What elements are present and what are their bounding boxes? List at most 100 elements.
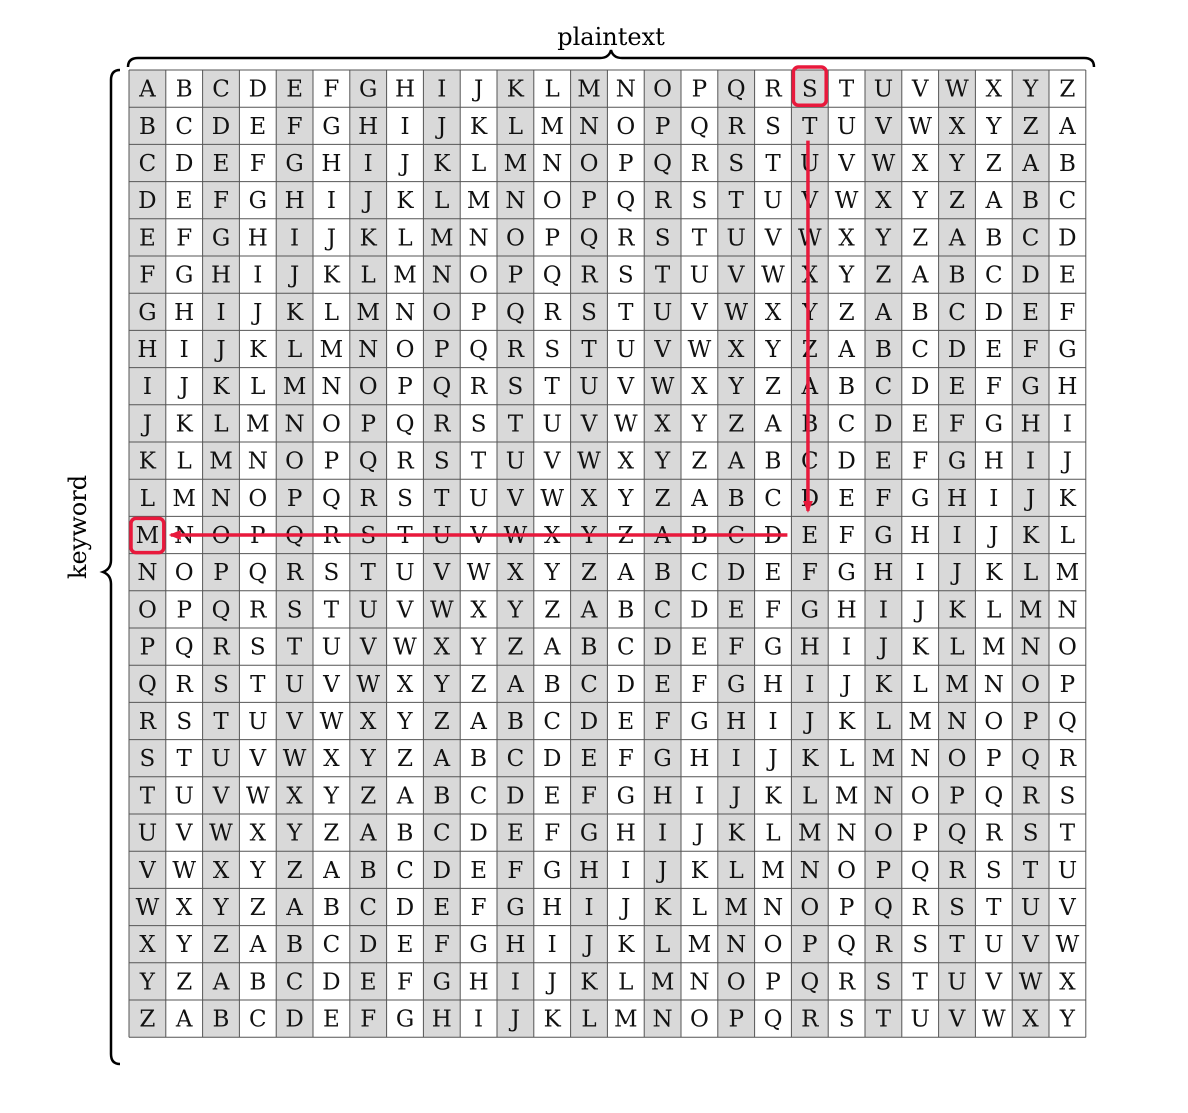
- tableau-cell-letter: U: [175, 783, 194, 809]
- tableau-cell-letter: G: [727, 672, 745, 698]
- tableau-cell-letter: O: [580, 151, 599, 177]
- tableau-cell-letter: L: [802, 783, 817, 809]
- tableau-cell-letter: O: [359, 374, 378, 400]
- tableau-cell-letter: R: [176, 672, 194, 698]
- tableau-cell-letter: P: [692, 77, 707, 103]
- tableau-cell-letter: B: [728, 486, 745, 512]
- tableau-cell-letter: X: [507, 560, 524, 586]
- tableau-cell-letter: M: [283, 374, 307, 400]
- tableau-cell-letter: U: [947, 969, 966, 995]
- tableau-cell-letter: K: [360, 225, 378, 251]
- tableau-cell-letter: K: [433, 151, 451, 177]
- tableau-cell-letter: S: [765, 114, 781, 140]
- tableau-cell-letter: C: [323, 932, 341, 958]
- tableau-cell-letter: J: [546, 969, 557, 995]
- tableau-cell-letter: C: [249, 1007, 267, 1033]
- tableau-cell-letter: N: [1021, 635, 1041, 661]
- tableau-cell-letter: O: [1021, 672, 1040, 698]
- tableau-cell-letter: M: [172, 486, 196, 512]
- tableau-cell-letter: Z: [544, 597, 560, 623]
- tableau-cell-letter: Q: [837, 932, 856, 958]
- tableau-cell-letter: M: [577, 77, 601, 103]
- tableau-cell-letter: X: [728, 337, 745, 363]
- tableau-cell-letter: I: [842, 635, 851, 661]
- tableau-cell-letter: O: [285, 449, 304, 475]
- tableau-cell-letter: W: [430, 597, 454, 623]
- tableau-cell-letter: J: [987, 523, 998, 549]
- tableau-cell-letter: H: [321, 151, 341, 177]
- tableau-cell-letter: H: [1057, 374, 1077, 400]
- tableau-cell-letter: R: [654, 188, 672, 214]
- tableau-cell-letter: B: [433, 783, 450, 809]
- tableau-cell-letter: X: [360, 709, 377, 735]
- tableau-cell-letter: C: [543, 709, 561, 735]
- tableau-cell-letter: Y: [396, 709, 413, 735]
- tableau-cell-letter: K: [470, 114, 488, 140]
- tableau-cell-letter: X: [176, 895, 193, 921]
- tableau-cell-letter: S: [1023, 821, 1039, 847]
- tableau-cell-letter: D: [911, 374, 929, 400]
- tableau-cell-letter: Q: [727, 77, 746, 103]
- tableau-cell-letter: F: [912, 449, 928, 475]
- tableau-cell-letter: T: [949, 932, 965, 958]
- tableau-cell-letter: V: [764, 225, 782, 251]
- tableau-cell-letter: Q: [948, 821, 967, 847]
- tableau-cell-letter: N: [689, 969, 709, 995]
- tableau-cell-letter: C: [985, 263, 1003, 289]
- tableau-cell-letter: G: [764, 635, 782, 661]
- tableau-cell-letter: B: [1022, 188, 1039, 214]
- tableau-cell-letter: Z: [434, 709, 450, 735]
- tableau-cell-letter: Y: [360, 746, 377, 772]
- tableau-cell-letter: M: [1056, 560, 1080, 586]
- tableau-cell-letter: Q: [580, 225, 599, 251]
- tableau-cell-letter: A: [984, 188, 1002, 214]
- tableau-cell-letter: E: [985, 337, 1002, 363]
- tableau-cell-letter: P: [1060, 672, 1075, 698]
- tableau-cell-letter: E: [470, 858, 487, 884]
- tableau-cell-letter: Z: [1023, 114, 1039, 140]
- tableau-cell-letter: S: [839, 1007, 855, 1033]
- tableau-cell-letter: C: [875, 374, 893, 400]
- tableau-cell-letter: H: [542, 895, 562, 921]
- tableau-cell-letter: R: [544, 300, 562, 326]
- tableau-cell-letter: E: [286, 77, 303, 103]
- tableau-cell-letter: V: [616, 374, 634, 400]
- tableau-cell-letter: U: [911, 1007, 930, 1033]
- tableau-cell-letter: D: [175, 151, 193, 177]
- tableau-cell-letter: P: [618, 151, 633, 177]
- tableau-cell-letter: A: [212, 969, 230, 995]
- tableau-cell-letter: E: [397, 932, 414, 958]
- tableau-cell-letter: G: [985, 411, 1003, 437]
- tableau-cell-letter: F: [176, 225, 192, 251]
- tableau-cell-letter: E: [617, 709, 634, 735]
- tableau-cell-letter: S: [581, 300, 597, 326]
- tableau-cell-letter: J: [435, 114, 446, 140]
- tableau-cell-letter: B: [470, 746, 487, 772]
- tableau-cell-letter: O: [248, 486, 267, 512]
- tableau-cell-letter: D: [874, 411, 892, 437]
- tableau-cell-letter: P: [176, 597, 191, 623]
- tableau-cell-letter: C: [396, 858, 414, 884]
- tableau-cell-letter: A: [322, 858, 340, 884]
- tableau-cell-letter: A: [138, 77, 156, 103]
- tableau-cell-letter: Z: [397, 746, 413, 772]
- tableau-cell-letter: I: [952, 523, 961, 549]
- tableau-cell-letter: T: [324, 597, 340, 623]
- tableau-cell-letter: O: [837, 858, 856, 884]
- tableau-cell-letter: C: [1022, 225, 1040, 251]
- tableau-cell-letter: G: [690, 709, 708, 735]
- tableau-cell-letter: Y: [507, 597, 524, 623]
- tableau-cell-letter: K: [176, 411, 194, 437]
- tableau-cell-letter: I: [1026, 449, 1035, 475]
- tableau-cell-letter: Y: [176, 932, 193, 958]
- tableau-cell-letter: C: [1059, 188, 1077, 214]
- tableau-cell-letter: N: [800, 858, 820, 884]
- tableau-cell-letter: A: [396, 783, 414, 809]
- tableau-cell-letter: E: [912, 411, 929, 437]
- tableau-cell-letter: Z: [839, 300, 855, 326]
- tableau-cell-letter: K: [691, 858, 709, 884]
- tableau-cell-letter: G: [837, 560, 855, 586]
- tableau-cell-letter: Z: [323, 821, 339, 847]
- tableau-cell-letter: Y: [212, 895, 229, 921]
- tableau-cell-letter: H: [358, 114, 378, 140]
